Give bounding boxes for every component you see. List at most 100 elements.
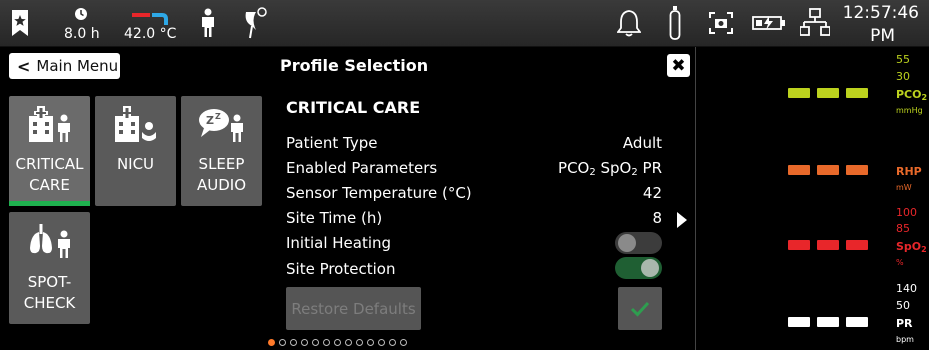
svg-text:Z: Z [206,114,214,127]
clock-time: 12:57:46 [842,3,919,23]
pr-upper-limit: 140 [896,282,917,295]
pco2-bar-segment [817,88,839,98]
spo2-lower-limit: 85 [896,222,910,235]
timer-value: 8.0 h [64,26,100,42]
enabled-parameters-value: PCO2 SpO2 PR [558,158,662,178]
profile-label-nicu: NICU [116,155,155,173]
rhp-bar-segment [817,165,839,175]
profile-label-spot-check-line1: SPOT- [27,273,72,291]
status-bar: 8.0 h 42.0 °C 12:57:46 PM [0,0,929,47]
patient-type-value: Adult [622,134,662,152]
hospital-neonatal-icon [114,106,156,142]
spo2-upper-limit: 100 [896,206,917,219]
rhp-bar-segment [788,165,810,175]
vitals-panel [696,47,929,350]
pco2-bar-segment [788,88,810,98]
sensor-temperature-value: 42 [642,184,662,202]
row-enabled-parameters: Enabled Parameters PCO2 SpO2 PR [286,156,662,180]
profile-heading: CRITICAL CARE [286,98,421,117]
pco2-upper-limit: 55 [896,53,910,66]
pr-bar-segment [846,317,868,327]
gas-cylinder-icon [669,6,681,40]
spo2-bar-segment [788,240,810,250]
page-dot[interactable] [378,339,385,346]
page-dot[interactable] [279,339,286,346]
initial-heating-toggle[interactable] [615,232,662,254]
page-dot[interactable] [389,339,396,346]
page-dot[interactable] [268,339,275,346]
site-time-value: 8 [652,209,662,227]
profile-label-sleep-audio-line1: SLEEP [198,155,245,173]
rhp-unit: mW [896,183,912,192]
row-site-protection: Site Protection [286,257,586,281]
alarm-bell-icon[interactable] [617,9,641,37]
pagination-dots [268,339,407,346]
sleep-icon: Z Z [198,109,243,142]
page-dot[interactable] [323,339,330,346]
page-dot[interactable] [400,339,407,346]
clock-ampm: PM [870,26,895,46]
profile-label-critical-care-line1: CRITICAL [15,155,84,173]
temperature-value: 42.0 °C [124,26,177,42]
page-dot[interactable] [334,339,341,346]
toggle-knob [641,259,659,277]
battery-charging-icon [752,16,785,30]
profile-tile-sleep-audio[interactable]: Z Z SLEEP AUDIO [181,96,262,206]
profile-tile-spot-check[interactable]: SPOT- CHECK [9,212,90,324]
spo2-bar-segment [817,240,839,250]
sensor-icon [245,7,267,39]
enabled-parameters-label: Enabled Parameters [286,159,438,177]
site-time-label: Site Time (h) [286,209,383,227]
pr-bar-segment [817,317,839,327]
close-button[interactable]: ✖ [667,54,690,77]
patient-adult-icon [202,8,214,37]
checkmark-icon [630,301,650,317]
lungs-person-icon [29,224,70,258]
sensor-temperature-label: Sensor Temperature (°C) [286,184,472,202]
sensor-temperature-icon [132,13,168,25]
page-dot[interactable] [345,339,352,346]
restore-defaults-button[interactable]: Restore Defaults [286,287,421,330]
next-page-arrow-icon[interactable] [677,212,687,228]
profile-tile-nicu[interactable]: NICU [95,96,176,206]
pr-name: PR [896,317,913,330]
profile-label-sleep-audio-line2: AUDIO [196,176,247,194]
site-protection-toggle[interactable] [615,257,662,279]
initial-heating-label: Initial Heating [286,234,392,252]
pco2-bar-segment [846,88,868,98]
profile-tile-critical-care[interactable]: CRITICAL CARE [9,96,90,206]
confirm-button[interactable] [618,287,662,330]
pco2-unit: mmHg [896,106,923,115]
selected-indicator [9,201,90,206]
toggle-knob [618,234,636,252]
row-site-time: Site Time (h) 8 [286,206,662,230]
row-patient-type: Patient Type Adult [286,131,662,155]
spo2-bar-segment [846,240,868,250]
spo2-unit: % [896,258,904,267]
pco2-name: PCO2 [896,88,928,102]
favorite-star-icon[interactable] [11,9,29,37]
main-menu-button[interactable]: < Main Menu [9,53,120,79]
timer-icon [75,8,87,20]
row-sensor-temperature: Sensor Temperature (°C) 42 [286,181,662,205]
rhp-bar-segment [846,165,868,175]
profile-label-spot-check-line2: CHECK [23,294,76,312]
spo2-name: SpO2 [896,240,927,254]
main-menu-label: Main Menu [36,57,119,75]
pr-unit: bpm [896,335,914,344]
hospital-adult-icon [28,106,70,142]
pr-lower-limit: 50 [896,299,910,312]
page-dot[interactable] [301,339,308,346]
row-initial-heating: Initial Heating [286,231,586,255]
svg-text:Z: Z [215,112,221,121]
pco2-lower-limit: 30 [896,70,910,83]
page-dot[interactable] [290,339,297,346]
network-icon[interactable] [800,8,830,38]
profile-label-critical-care-line2: CARE [29,176,70,194]
page-dot[interactable] [312,339,319,346]
page-dot[interactable] [356,339,363,346]
pr-bar-segment [788,317,810,327]
camera-icon[interactable] [708,11,734,35]
rhp-name: RHP [896,165,922,178]
page-dot[interactable] [367,339,374,346]
